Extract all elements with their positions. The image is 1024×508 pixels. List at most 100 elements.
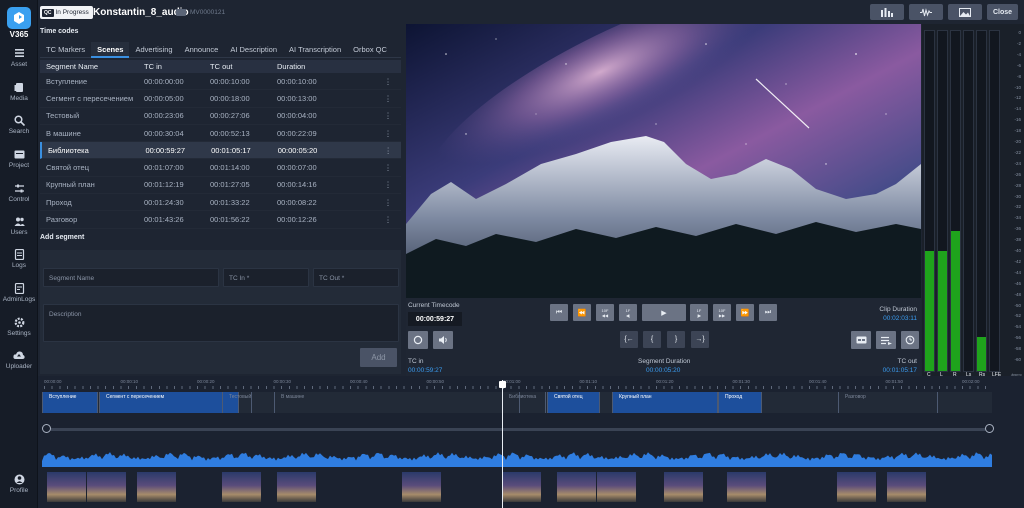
step-fwd-1f-button[interactable]: 1F |▶ [690, 304, 708, 321]
tc-in-field[interactable]: TC In * [223, 268, 309, 287]
column-header[interactable]: TC out [210, 62, 277, 71]
sidebar-item-settings[interactable]: Settings [0, 317, 38, 337]
loop-button[interactable] [408, 331, 428, 349]
scene-segment[interactable]: Сегмент с пересечением [99, 392, 239, 413]
column-header[interactable]: Segment Name [40, 62, 144, 71]
asset-icon [13, 48, 25, 59]
table-row[interactable]: Разговор 00:01:43:26 00:01:56:22 00:00:12:2… [40, 211, 401, 229]
waveform-toggle-button[interactable] [909, 4, 943, 20]
frame-thumbnail [402, 472, 441, 502]
playhead-handle[interactable] [499, 381, 506, 388]
segment-name-field[interactable]: Segment Name [43, 268, 219, 287]
scrollbar-start-handle[interactable] [42, 424, 51, 433]
step-back-1f-button[interactable]: 1F ◀| [619, 304, 637, 321]
go-to-end-button[interactable]: ⏭ [759, 304, 777, 321]
step-back-10f-button[interactable]: 10F ◀◀ [596, 304, 614, 321]
column-header[interactable]: Duration [277, 62, 375, 71]
row-menu-icon[interactable]: ⋮ [375, 163, 401, 172]
sidebar-item-control[interactable]: Control [0, 183, 38, 203]
table-row[interactable]: Библиотека 00:00:59:27 00:01:05:17 00:00:05… [40, 142, 401, 160]
scene-segment-label: Разговор [845, 394, 866, 400]
sidebar-item-search[interactable]: Search [0, 115, 38, 135]
table-row[interactable]: Крупный план 00:01:12:19 00:01:27:05 00:00:… [40, 177, 401, 195]
mark-out-button[interactable]: } [667, 331, 685, 348]
history-button[interactable] [901, 331, 919, 349]
playhead-line[interactable] [502, 380, 503, 508]
meter-tick-label: -48 [1014, 291, 1021, 297]
meter-tick-label: -22 [1014, 149, 1021, 155]
playlist-button[interactable] [876, 331, 896, 349]
table-row[interactable]: Вступление 00:00:00:00 00:00:10:00 00:00:10… [40, 73, 401, 91]
scene-segment[interactable]: Проход [718, 392, 762, 413]
table-cell: 00:00:10:00 [210, 76, 250, 86]
table-row[interactable]: Тестовый 00:00:23:06 00:00:27:06 00:00:04:0… [40, 108, 401, 125]
meter-tick-label: -30 [1014, 193, 1021, 199]
scene-segment[interactable]: Библиотека [502, 392, 546, 413]
audio-waveform-track[interactable] [42, 443, 992, 467]
tc-out-value: 00:01:05:17 [882, 367, 917, 374]
logo-icon[interactable] [7, 7, 31, 29]
description-field[interactable]: Description [43, 304, 399, 342]
tab-ai-description[interactable]: AI Description [224, 42, 283, 58]
sidebar-item-media[interactable]: Media [0, 82, 38, 102]
go-to-start-button[interactable]: ⏮ [550, 304, 568, 321]
table-row[interactable]: В машине 00:00:30:04 00:00:52:13 00:00:22:0… [40, 125, 401, 143]
scenes-track[interactable]: Вступление Сегмент с пересечением Тестовый… [42, 392, 992, 413]
sidebar-item-users[interactable]: Users [0, 216, 38, 236]
thumbnail-track[interactable] [42, 470, 992, 504]
tab-announce[interactable]: Announce [179, 42, 225, 58]
column-header[interactable]: TC in [144, 62, 210, 71]
subtitles-button[interactable] [851, 331, 871, 349]
layout-bars-button[interactable] [870, 4, 904, 20]
scene-segment[interactable]: Вступление [42, 392, 98, 413]
tab-tc-markers[interactable]: TC Markers [40, 42, 91, 58]
row-menu-icon[interactable]: ⋮ [375, 77, 401, 86]
row-menu-icon[interactable]: ⋮ [375, 146, 401, 155]
video-frame[interactable] [406, 24, 921, 298]
scene-segment[interactable]: Разговор [838, 392, 938, 413]
scene-segment-label: Библиотека [509, 394, 537, 400]
go-to-in-button[interactable]: {← [620, 331, 638, 348]
row-menu-icon[interactable]: ⋮ [375, 215, 401, 224]
close-button[interactable]: Close [987, 4, 1018, 20]
timeline-zoom-scrollbar[interactable] [42, 423, 994, 435]
row-menu-icon[interactable]: ⋮ [375, 198, 401, 207]
image-view-button[interactable] [948, 4, 982, 20]
sidebar-item-adminlogs[interactable]: AdminLogs [0, 282, 38, 303]
table-row[interactable]: Проход 00:01:24:30 00:01:33:22 00:00:08:22 ⋮ [40, 194, 401, 212]
sidebar-item-profile[interactable]: Profile [0, 474, 38, 494]
tab-orbox-qc[interactable]: Orbox QC [347, 42, 393, 58]
table-row[interactable]: Святой отец 00:01:07:00 00:01:14:00 00:00:0… [40, 159, 401, 177]
row-menu-icon[interactable]: ⋮ [375, 129, 401, 138]
rewind-button[interactable]: ⏪ [573, 304, 591, 321]
scene-segment[interactable]: Святой отец [547, 392, 600, 413]
timeline-ruler[interactable]: 00:00:00 00:00:10 00:00:20 00:00:30 00:00:40… [44, 378, 992, 390]
scrollbar-end-handle[interactable] [985, 424, 994, 433]
play-button[interactable]: ▶ [642, 304, 686, 321]
sidebar-item-logs[interactable]: Logs [0, 248, 38, 269]
go-to-out-button[interactable]: →} [691, 331, 709, 348]
table-row[interactable]: Сегмент с пересечением 00:00:05:00 00:00:1… [40, 90, 401, 108]
current-timecode[interactable]: 00:00:59:27 [408, 312, 462, 326]
table-cell: 00:01:33:22 [210, 197, 250, 207]
volume-button[interactable] [433, 331, 453, 349]
row-menu-icon[interactable]: ⋮ [375, 180, 401, 189]
add-button[interactable]: Add [360, 348, 397, 367]
frame-thumbnail [87, 472, 126, 502]
scene-segment[interactable]: В машине [274, 392, 520, 413]
sidebar-item-label: Logs [11, 262, 27, 269]
tab-ai-transcription[interactable]: AI Transcription [283, 42, 347, 58]
row-menu-icon[interactable]: ⋮ [375, 111, 401, 120]
fast-forward-button[interactable]: ⏩ [736, 304, 754, 321]
tc-out-field[interactable]: TC Out * [313, 268, 399, 287]
sidebar-item-asset[interactable]: Asset [0, 48, 38, 68]
step-fwd-10f-button[interactable]: 10F ▶▶ [713, 304, 731, 321]
scene-segment[interactable]: Тестовый [222, 392, 252, 413]
tab-advertising[interactable]: Advertising [129, 42, 178, 58]
sidebar-item-uploader[interactable]: Uploader [0, 350, 38, 370]
scene-segment[interactable]: Крупный план [612, 392, 718, 413]
sidebar-item-project[interactable]: Project [0, 149, 38, 169]
mark-in-button[interactable]: { [643, 331, 661, 348]
row-menu-icon[interactable]: ⋮ [375, 94, 401, 103]
tab-scenes[interactable]: Scenes [91, 42, 130, 58]
